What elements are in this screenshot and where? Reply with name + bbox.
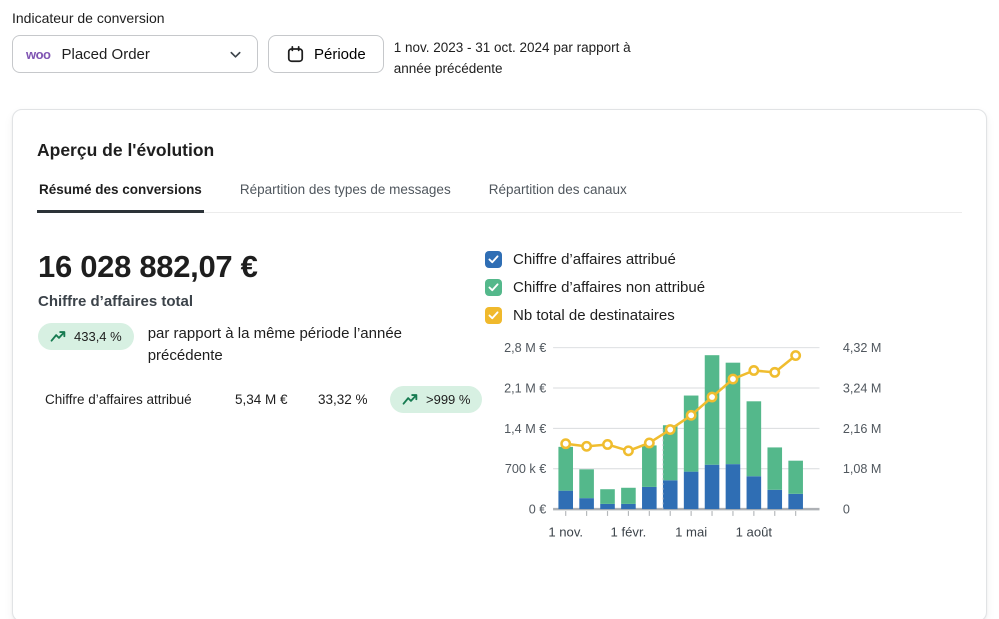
- svg-text:3,24 M: 3,24 M: [843, 381, 882, 395]
- date-range-line1: 1 nov. 2023 - 31 oct. 2024 par rapport à: [394, 38, 631, 59]
- total-revenue-label: Chiffre d’affaires total: [38, 293, 485, 310]
- card-title: Aperçu de l'évolution: [37, 140, 962, 161]
- calendar-icon: [286, 45, 305, 64]
- tab-repartition-types-messages[interactable]: Répartition des types de messages: [238, 182, 453, 213]
- legend-label: Chiffre d’affaires non attribué: [513, 279, 705, 296]
- svg-text:1,08 M: 1,08 M: [843, 462, 882, 476]
- tab-content: 16 028 882,07 € Chiffre d’affaires total…: [37, 249, 962, 566]
- attributed-trend-value: >999 %: [426, 392, 470, 407]
- trend-up-icon: [50, 330, 67, 343]
- svg-text:4,32 M: 4,32 M: [843, 341, 882, 355]
- conversion-metric-value: Placed Order: [62, 46, 218, 63]
- svg-text:0: 0: [843, 502, 850, 516]
- svg-text:2,8 M €: 2,8 M €: [504, 341, 546, 355]
- header-controls: woo Placed Order Période 1 nov. 2023 - 3…: [12, 35, 987, 80]
- attributed-revenue-share: 33,32 %: [318, 392, 390, 407]
- attributed-trend-badge: >999 %: [390, 386, 482, 413]
- woocommerce-logo-icon: woo: [26, 47, 51, 62]
- tab-repartition-canaux[interactable]: Répartition des canaux: [487, 182, 629, 213]
- chart-legend: Chiffre d’affaires attribué Chiffre d’af…: [485, 251, 962, 324]
- conversion-metric-dropdown[interactable]: woo Placed Order: [12, 35, 258, 73]
- trend-badge-value: 433,4 %: [74, 329, 122, 344]
- trend-row: 433,4 % par rapport à la même période l’…: [38, 323, 485, 367]
- conversion-metric-label: Indicateur de conversion: [12, 10, 987, 26]
- legend-item-non-attributed[interactable]: Chiffre d’affaires non attribué: [485, 279, 962, 296]
- svg-text:2,16 M: 2,16 M: [843, 422, 882, 436]
- legend-checkbox[interactable]: [485, 279, 502, 296]
- evolution-chart[interactable]: 0 € 0 700 k € 1,08 M 1,4 M € 2,16 M 2,1 M € 3,2…: [485, 337, 942, 561]
- attributed-revenue-value: 5,34 M €: [235, 392, 318, 407]
- period-button[interactable]: Période: [268, 35, 384, 73]
- date-range-note: 1 nov. 2023 - 31 oct. 2024 par rapport à…: [394, 35, 631, 80]
- svg-text:1 févr.: 1 févr.: [611, 524, 647, 539]
- summary-column: 16 028 882,07 € Chiffre d’affaires total…: [37, 249, 485, 566]
- chart-wrapper: 0 € 0 700 k € 1,08 M 1,4 M € 2,16 M 2,1 M € 3,2…: [485, 337, 962, 566]
- date-range-line2: année précédente: [394, 59, 631, 80]
- legend-label: Chiffre d’affaires attribué: [513, 251, 676, 268]
- total-revenue-value: 16 028 882,07 €: [38, 249, 485, 285]
- svg-text:1 mai: 1 mai: [675, 524, 707, 539]
- svg-text:1 nov.: 1 nov.: [548, 524, 583, 539]
- attributed-revenue-label: Chiffre d’affaires attribué: [45, 392, 235, 407]
- chart-column: Chiffre d’affaires attribué Chiffre d’af…: [485, 249, 962, 566]
- page: Indicateur de conversion woo Placed Orde…: [0, 0, 999, 619]
- tab-resume-des-conversions[interactable]: Résumé des conversions: [37, 182, 204, 213]
- trend-note: par rapport à la même période l’année pr…: [148, 323, 436, 367]
- trend-up-icon: [402, 393, 419, 406]
- chevron-down-icon: [228, 47, 243, 62]
- evolution-overview-card: Aperçu de l'évolution Résumé des convers…: [12, 109, 987, 619]
- tab-bar: Résumé des conversions Répartition des t…: [37, 182, 962, 213]
- legend-item-recipients[interactable]: Nb total de destinataires: [485, 307, 962, 324]
- legend-label: Nb total de destinataires: [513, 307, 675, 324]
- attributed-revenue-row: Chiffre d’affaires attribué 5,34 M € 33,…: [38, 386, 485, 413]
- svg-text:0 €: 0 €: [529, 502, 547, 516]
- period-button-label: Période: [314, 46, 366, 63]
- legend-checkbox[interactable]: [485, 251, 502, 268]
- svg-text:2,1 M €: 2,1 M €: [504, 381, 546, 395]
- svg-text:700 k €: 700 k €: [505, 462, 546, 476]
- legend-item-attributed[interactable]: Chiffre d’affaires attribué: [485, 251, 962, 268]
- svg-text:1 août: 1 août: [736, 524, 773, 539]
- legend-checkbox[interactable]: [485, 307, 502, 324]
- trend-badge: 433,4 %: [38, 323, 134, 350]
- svg-text:1,4 M €: 1,4 M €: [504, 422, 546, 436]
